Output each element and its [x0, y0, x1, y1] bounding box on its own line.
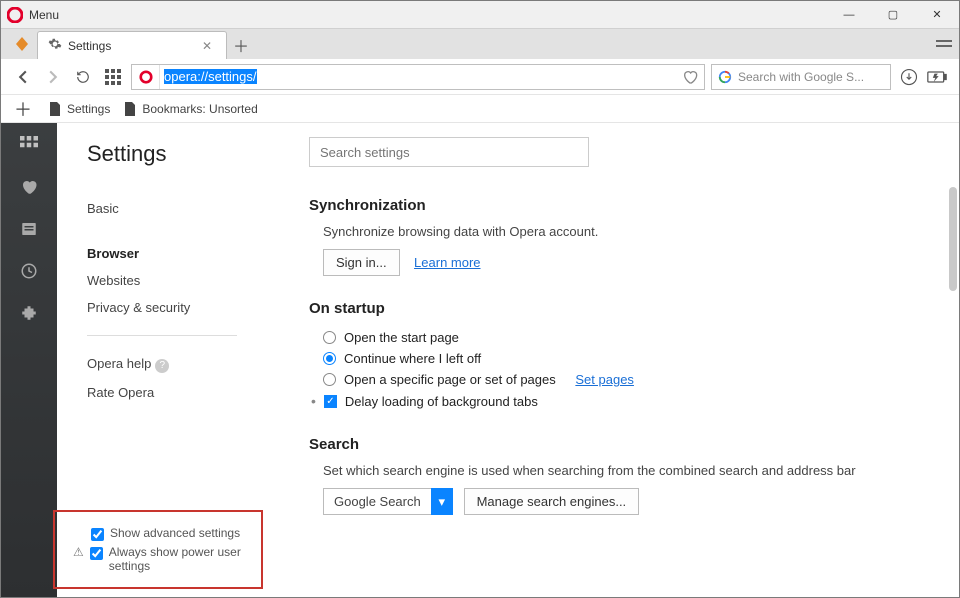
- show-advanced-checkbox[interactable]: [91, 528, 104, 541]
- power-user-checkbox[interactable]: [90, 547, 103, 560]
- address-text[interactable]: opera://settings/: [160, 69, 261, 84]
- help-icon: ?: [155, 359, 169, 373]
- window-close-button[interactable]: ✕: [915, 1, 959, 29]
- rail-news[interactable]: [17, 217, 41, 241]
- rail-bookmarks[interactable]: [17, 175, 41, 199]
- nav-privacy[interactable]: Privacy & security: [87, 294, 291, 321]
- search-box[interactable]: Search with Google S...: [711, 64, 891, 90]
- advanced-settings-box: Show advanced settings ⚠ Always show pow…: [53, 510, 263, 589]
- search-engine-value: Google Search: [323, 488, 431, 515]
- scrollbar-thumb[interactable]: [949, 187, 957, 291]
- page-title: Settings: [87, 141, 291, 167]
- bullet-icon: •: [311, 393, 316, 409]
- nav-browser[interactable]: Browser: [87, 240, 291, 267]
- bookmarks-bar: ＋ Settings Bookmarks: Unsorted: [1, 95, 959, 123]
- learn-more-link[interactable]: Learn more: [414, 255, 480, 270]
- bookmark-heart-button[interactable]: [676, 69, 704, 85]
- show-advanced-label: Show advanced settings: [110, 526, 240, 540]
- sign-in-button[interactable]: Sign in...: [323, 249, 400, 276]
- rail-speeddial[interactable]: [17, 133, 41, 157]
- battery-saver-button[interactable]: [925, 65, 949, 89]
- chevron-down-icon: ▾: [431, 488, 453, 515]
- new-tab-button[interactable]: ＋: [227, 31, 255, 59]
- section-synchronization: Synchronization Synchronize browsing dat…: [309, 197, 939, 276]
- nav-basic[interactable]: Basic: [87, 195, 291, 222]
- radio-icon: [323, 331, 336, 344]
- search-engine-select[interactable]: Google Search ▾: [323, 488, 453, 515]
- startup-option-startpage[interactable]: Open the start page: [309, 327, 939, 348]
- forward-button[interactable]: [41, 65, 65, 89]
- search-placeholder: Search with Google S...: [738, 70, 864, 84]
- tab-strip: Settings ✕ ＋: [1, 29, 959, 59]
- tab-title: Settings: [68, 39, 111, 53]
- window-maximize-button[interactable]: ▢: [871, 1, 915, 29]
- radio-icon: [323, 373, 336, 386]
- close-tab-button[interactable]: ✕: [198, 39, 216, 53]
- startup-title: On startup: [309, 300, 939, 317]
- tabs-menu-button[interactable]: [929, 29, 959, 59]
- nav-websites[interactable]: Websites: [87, 267, 291, 294]
- search-desc: Set which search engine is used when sea…: [309, 463, 939, 478]
- page-icon: [49, 102, 61, 116]
- startup-option-continue[interactable]: Continue where I left off: [309, 348, 939, 369]
- google-icon: [718, 70, 732, 84]
- power-user-label: Always show power user settings: [109, 545, 247, 573]
- navigation-bar: opera://settings/ Search with Google S..…: [1, 59, 959, 95]
- window-minimize-button[interactable]: —: [827, 1, 871, 29]
- address-bar[interactable]: opera://settings/: [131, 64, 705, 90]
- menu-label[interactable]: Menu: [29, 8, 59, 22]
- search-title: Search: [309, 436, 939, 453]
- startup-option-specific[interactable]: Open a specific page or set of pages Set…: [309, 369, 939, 390]
- add-bookmark-button[interactable]: ＋: [11, 97, 35, 121]
- bookmark-unsorted[interactable]: Bookmarks: Unsorted: [124, 102, 257, 116]
- section-search: Search Set which search engine is used w…: [309, 436, 939, 515]
- site-identity-icon[interactable]: [132, 65, 160, 89]
- speed-dial-button[interactable]: [101, 65, 125, 89]
- manage-search-engines-button[interactable]: Manage search engines...: [464, 488, 640, 515]
- sync-desc: Synchronize browsing data with Opera acc…: [309, 224, 939, 239]
- section-startup: On startup Open the start page Continue …: [309, 300, 939, 412]
- settings-sidebar: Settings Basic Browser Websites Privacy …: [57, 123, 309, 597]
- sync-title: Synchronization: [309, 197, 939, 214]
- checkbox-icon: ✓: [324, 395, 337, 408]
- tab-settings[interactable]: Settings ✕: [37, 31, 227, 59]
- settings-content: Synchronization Synchronize browsing dat…: [309, 123, 959, 597]
- startup-option-delay[interactable]: •✓Delay loading of background tabs: [309, 390, 939, 412]
- nav-opera-help[interactable]: Opera help?: [87, 350, 291, 379]
- gear-icon: [48, 37, 62, 54]
- rail-extensions[interactable]: [17, 301, 41, 325]
- set-pages-link[interactable]: Set pages: [575, 372, 634, 387]
- side-rail: [1, 123, 57, 597]
- rail-history[interactable]: [17, 259, 41, 283]
- opera-logo-icon: [7, 7, 23, 23]
- downloads-button[interactable]: [897, 65, 921, 89]
- page-icon: [124, 102, 136, 116]
- back-button[interactable]: [11, 65, 35, 89]
- bookmark-settings[interactable]: Settings: [49, 102, 110, 116]
- radio-icon: [323, 352, 336, 365]
- window-titlebar: Menu — ▢ ✕: [1, 1, 959, 29]
- warning-icon: ⚠: [73, 545, 84, 559]
- nav-rate-opera[interactable]: Rate Opera: [87, 379, 291, 406]
- reload-button[interactable]: [71, 65, 95, 89]
- extension-icon[interactable]: [7, 29, 37, 59]
- search-settings-input[interactable]: [309, 137, 589, 167]
